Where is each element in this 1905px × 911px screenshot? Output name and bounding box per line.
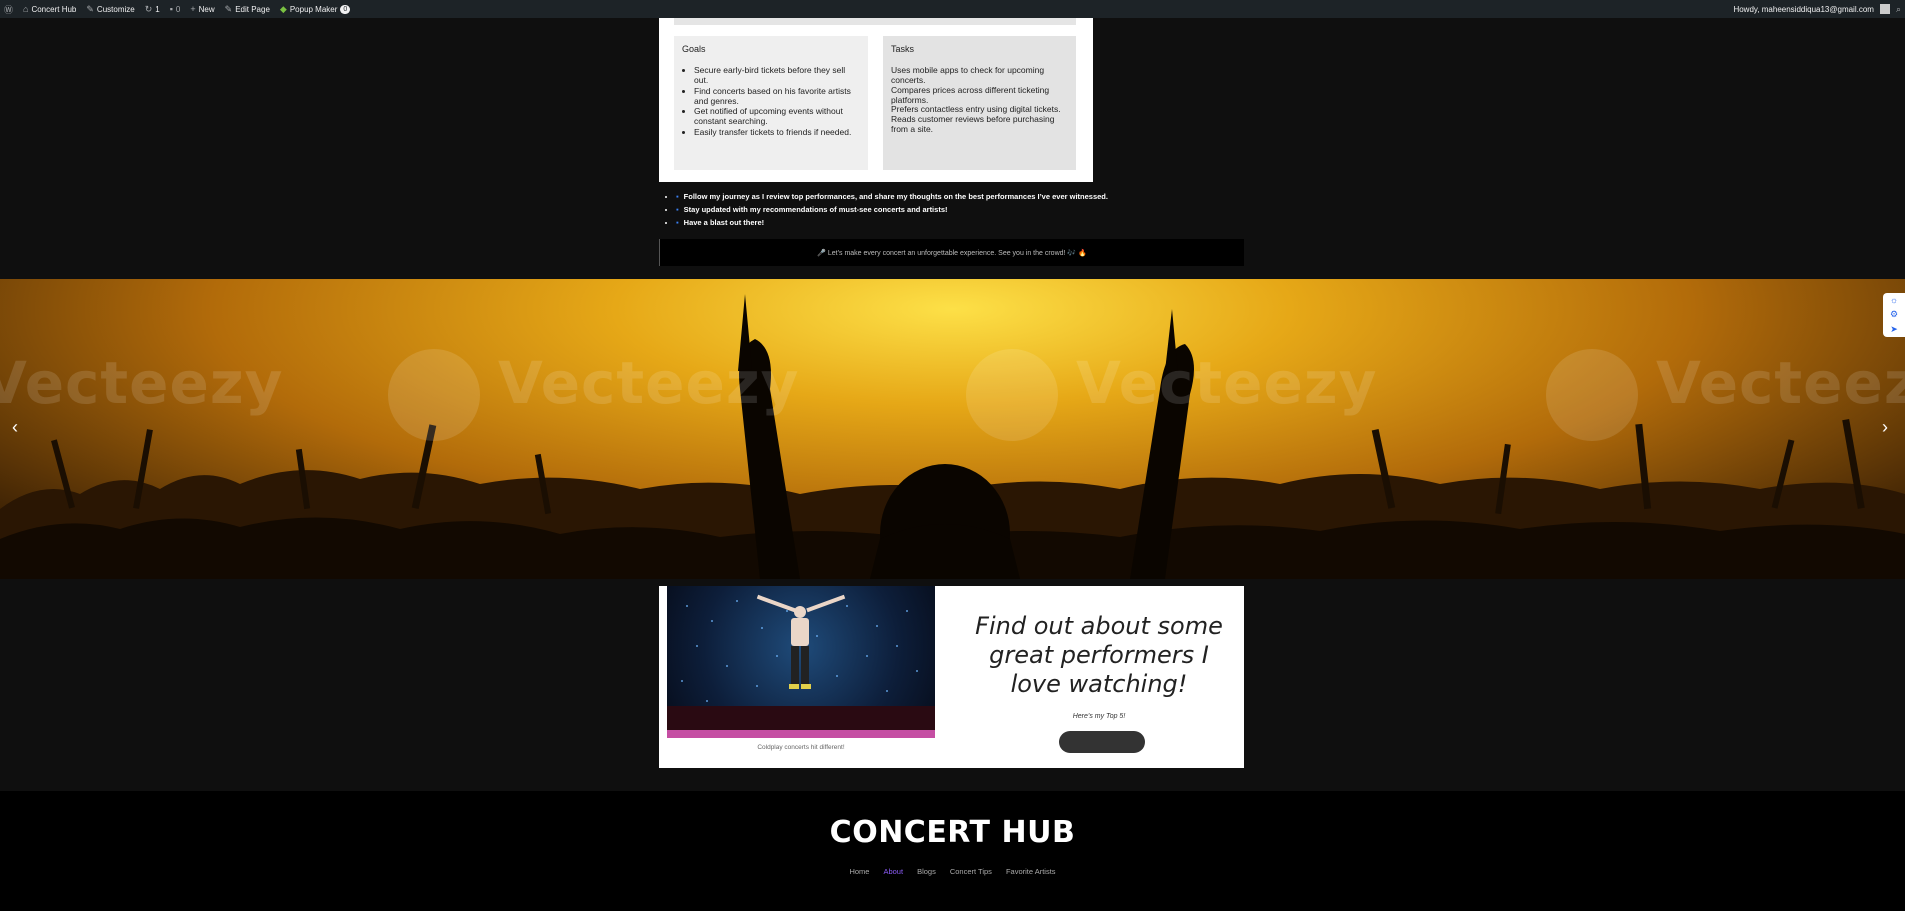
watermark-text: Vecteezy xyxy=(1076,349,1378,417)
bullet-dot-icon: ▪ xyxy=(676,218,679,227)
comments-link[interactable]: ▪ 0 xyxy=(170,4,181,14)
slider-prev-arrow[interactable]: ‹ xyxy=(12,417,18,438)
footer-nav: Home About Blogs Concert Tips Favorite A… xyxy=(0,867,1905,876)
intro-bullet-list: ▪Follow my journey as I review top perfo… xyxy=(668,190,1108,229)
footer-nav-blogs[interactable]: Blogs xyxy=(917,867,936,876)
pencil-icon: ✎ xyxy=(224,3,233,14)
popup-maker-link[interactable]: ◆ Popup Maker 0 xyxy=(279,3,351,15)
home-icon: ⌂ xyxy=(23,4,29,14)
watermark-logo-icon xyxy=(388,349,480,441)
howdy-account-link[interactable]: Howdy, maheensiddiqua13@gmail.com xyxy=(1733,5,1874,14)
edit-page-link[interactable]: ✎ Edit Page xyxy=(225,4,270,15)
top-five-button[interactable] xyxy=(1059,731,1145,753)
cta-bar: 🎤 Let’s make every concert an unforgetta… xyxy=(659,239,1244,266)
watermark-text: Vecteezy xyxy=(1656,349,1905,417)
list-item: ▪Have a blast out there! xyxy=(676,216,1108,229)
avatar[interactable] xyxy=(1879,4,1890,14)
popup-count-badge: 0 xyxy=(340,4,351,14)
tasks-heading: Tasks xyxy=(891,44,915,54)
new-content-link[interactable]: + New xyxy=(190,4,214,14)
coldplay-concert-image xyxy=(667,586,935,738)
accessibility-icon[interactable]: ☼ xyxy=(1890,295,1898,305)
wordpress-logo-icon[interactable]: Ⓦ xyxy=(4,3,13,16)
settings-icon[interactable]: ⚙ xyxy=(1890,309,1898,320)
footer-nav-about[interactable]: About xyxy=(883,867,903,876)
goals-heading: Goals xyxy=(682,44,706,54)
slider-next-arrow[interactable]: › xyxy=(1882,417,1888,438)
refresh-icon: ↻ xyxy=(144,3,153,14)
goals-box: Goals Secure early-bird tickets before t… xyxy=(674,36,868,170)
side-tools-panel: ☼ ⚙ ➤ xyxy=(1883,293,1905,337)
watermark-text: Vecteezy xyxy=(498,349,800,417)
brush-icon: ✎ xyxy=(86,3,94,14)
site-name-link[interactable]: ⌂ Concert Hub xyxy=(23,4,76,14)
task-line: Compares prices across different ticketi… xyxy=(891,84,1050,105)
performers-section: Coldplay concerts hit different! Find ou… xyxy=(659,586,1244,768)
watermark-logo-icon xyxy=(966,349,1058,441)
goals-list: Secure early-bird tickets before they se… xyxy=(682,66,860,137)
persona-card: Goals Secure early-bird tickets before t… xyxy=(659,18,1093,182)
watermark-logo-icon xyxy=(1546,349,1638,441)
site-footer: CONCERT HUB Home About Blogs Concert Tip… xyxy=(0,791,1905,911)
performers-heading: Find out about some great performers I l… xyxy=(975,612,1223,698)
bullet-dot-icon: ▪ xyxy=(676,205,679,214)
task-line: Reads customer reviews before purchasing… xyxy=(891,114,1055,134)
goal-item: Secure early-bird tickets before they se… xyxy=(694,66,860,86)
goal-item: Easily transfer tickets to friends if ne… xyxy=(694,127,860,138)
image-caption: Coldplay concerts hit different! xyxy=(757,744,845,751)
task-line: Uses mobile apps to check for upcoming c… xyxy=(891,65,1045,86)
cta-text: 🎤 Let’s make every concert an unforgetta… xyxy=(817,249,1087,257)
footer-site-title[interactable]: CONCERT HUB xyxy=(0,815,1905,850)
updates-link[interactable]: ↻ 1 xyxy=(145,4,160,15)
popup-maker-icon: ◆ xyxy=(279,3,287,14)
bullet-dot-icon: ▪ xyxy=(676,192,679,201)
goal-item: Get notified of upcoming events without … xyxy=(694,107,860,127)
customize-link[interactable]: ✎ Customize xyxy=(86,4,134,15)
list-item: ▪Stay updated with my recommendations of… xyxy=(676,203,1108,216)
tasks-box: Tasks Uses mobile apps to check for upco… xyxy=(883,36,1076,170)
goal-item: Find concerts based on his favorite arti… xyxy=(694,86,860,107)
plus-icon: + xyxy=(190,4,196,14)
footer-nav-concert-tips[interactable]: Concert Tips xyxy=(950,867,992,876)
persona-top-strip xyxy=(674,18,1076,25)
footer-nav-home[interactable]: Home xyxy=(849,867,869,876)
admin-bar: Ⓦ ⌂ Concert Hub ✎ Customize ↻ 1 ▪ 0 + New ✎ Ed… xyxy=(0,0,1905,18)
send-icon[interactable]: ➤ xyxy=(1890,324,1898,335)
performers-subheading: Here’s my Top 5! xyxy=(1072,713,1126,720)
comment-icon: ▪ xyxy=(169,4,173,14)
watermark-text: Vecteezy xyxy=(0,349,284,417)
search-icon[interactable]: ⌕ xyxy=(1896,4,1901,15)
list-item: ▪Follow my journey as I review top perfo… xyxy=(676,190,1108,203)
footer-nav-favorite-artists[interactable]: Favorite Artists xyxy=(1006,867,1056,876)
hero-slider[interactable]: Vecteezy Vecteezy Vecteezy Vecteezy ‹ › xyxy=(0,279,1905,579)
